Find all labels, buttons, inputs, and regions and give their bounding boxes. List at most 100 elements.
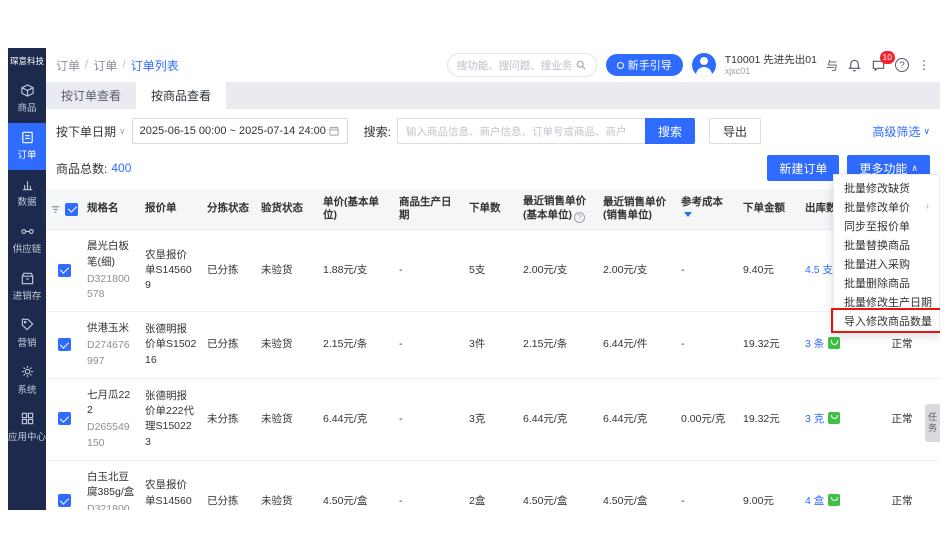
outbound-qty-link[interactable]: 3 克 xyxy=(805,413,824,425)
message-badge: 10 xyxy=(880,51,895,64)
user-name: T10001 先进先出01 xyxy=(725,54,817,66)
outbound-qty-link[interactable]: 4.5 支 xyxy=(805,264,833,276)
supply-chain-icon xyxy=(20,224,35,242)
app-grid-icon xyxy=(20,411,35,429)
bar-chart-icon xyxy=(20,177,35,195)
date-type-select[interactable]: 按下单日期 ∨ xyxy=(56,123,126,140)
menu-item-batch-to-purchase[interactable]: 批量进入采购 xyxy=(834,254,939,273)
guide-button[interactable]: 新手引导 xyxy=(606,54,683,76)
sidebar-item-inventory[interactable]: 进销存 xyxy=(8,264,46,311)
menu-item-sync-to-quote[interactable]: 同步至报价单 xyxy=(834,216,939,235)
date-range-input[interactable]: 2025-06-15 00:00 ~ 2025-07-14 24:00 xyxy=(132,118,348,144)
user-meta[interactable]: T10001 先进先出01 xjxc01 xyxy=(725,54,817,76)
more-options-icon[interactable]: ⋮ xyxy=(918,58,930,72)
outbound-qty-link[interactable]: 4 盒 xyxy=(805,495,824,507)
info-icon[interactable]: ? xyxy=(574,212,585,223)
cell-order-amount: 9.40元 xyxy=(738,230,800,312)
sidebar-item-supply-chain[interactable]: 供应链 xyxy=(8,217,46,264)
sidebar-item-system[interactable]: 系统 xyxy=(8,357,46,404)
sidebar: 琛意科技 商品 订单 数据 供应链 进销存 营销 系统 xyxy=(8,48,46,510)
filter-icon[interactable] xyxy=(684,212,692,217)
menu-item-import-edit-product-qty[interactable]: 导入修改商品数量 xyxy=(834,311,939,330)
row-checkbox[interactable] xyxy=(58,264,71,277)
tab-by-order[interactable]: 按订单查看 xyxy=(46,82,136,109)
cell-order-qty: 3件 xyxy=(464,312,518,379)
cell-select xyxy=(46,460,82,510)
cell-recent-price-basic: 4.50元/盒 xyxy=(518,460,598,510)
app-window: 琛意科技 商品 订单 数据 供应链 进销存 营销 系统 xyxy=(8,48,940,510)
cell-recent-price-sale: 6.44元/件 xyxy=(598,312,676,379)
advanced-filter-link[interactable]: 高级筛选 ∨ xyxy=(872,123,930,140)
global-search-input[interactable]: 搜功能、搜问题、搜业务 xyxy=(447,53,597,77)
spec-name[interactable]: 白玉北豆腐385g/盒 xyxy=(87,470,135,500)
cell-status: 正常 xyxy=(864,460,940,510)
cell-recent-price-basic: 2.15元/条 xyxy=(518,312,598,379)
help-icon[interactable]: ? xyxy=(895,58,909,72)
user-account: xjxc01 xyxy=(725,66,817,76)
new-order-button[interactable]: 新建订单 xyxy=(767,155,839,181)
scale-icon[interactable] xyxy=(828,494,840,506)
menu-item-batch-delete-product[interactable]: 批量删除商品 xyxy=(834,273,939,292)
language-toggle-icon[interactable]: 与 xyxy=(826,57,838,74)
tab-by-product[interactable]: 按商品查看 xyxy=(136,82,226,109)
cell-recent-price-sale: 2.00元/支 xyxy=(598,230,676,312)
scale-icon[interactable] xyxy=(828,412,840,424)
row-checkbox[interactable] xyxy=(58,494,71,507)
cell-unit-price: 1.88元/支 xyxy=(318,230,394,312)
cell-quote: 张德明报价单S150216 xyxy=(140,312,202,379)
main-area: 订单 / 订单 / 订单列表 搜功能、搜问题、搜业务 新手引导 T10001 先… xyxy=(46,48,940,510)
cell-recent-price-basic: 6.44元/克 xyxy=(518,378,598,460)
sidebar-item-marketing[interactable]: 营销 xyxy=(8,310,46,357)
header-select-cell xyxy=(46,189,82,230)
select-all-checkbox[interactable] xyxy=(65,203,78,216)
search-group: 输入商品信息、商户信息、订单号或商品、商户 搜索 xyxy=(397,118,695,144)
order-list-icon xyxy=(20,130,35,148)
breadcrumb: 订单 / 订单 / 订单列表 xyxy=(56,57,179,74)
outbound-qty-link[interactable]: 3 条 xyxy=(805,338,824,350)
menu-item-batch-replace-product[interactable]: 批量替换商品 xyxy=(834,235,939,254)
col-production-date: 商品生产日期 xyxy=(394,189,464,230)
avatar[interactable] xyxy=(692,53,716,77)
breadcrumb-orders[interactable]: 订单 xyxy=(56,57,80,74)
bell-icon[interactable] xyxy=(847,58,862,73)
cell-order-qty: 5支 xyxy=(464,230,518,312)
submenu-arrow-icon: › xyxy=(926,201,929,212)
search-button[interactable]: 搜索 xyxy=(645,118,695,144)
sort-lines-icon[interactable] xyxy=(50,204,61,215)
product-table: 规格名 报价单 分拣状态 验货状态 单价(基本单位) 商品生产日期 下单数 最近… xyxy=(46,189,940,510)
cell-ref-cost: - xyxy=(676,460,738,510)
breadcrumb-orders-2[interactable]: 订单 xyxy=(93,57,117,74)
inventory-box-icon xyxy=(20,271,35,289)
row-checkbox[interactable] xyxy=(58,338,71,351)
cell-unit-price: 6.44元/克 xyxy=(318,378,394,460)
cell-select xyxy=(46,378,82,460)
product-search-input[interactable]: 输入商品信息、商户信息、订单号或商品、商户 xyxy=(397,118,645,144)
spec-name[interactable]: 七月瓜222 xyxy=(87,388,135,418)
spec-code: D274676997 xyxy=(87,338,135,368)
menu-item-batch-edit-stockout[interactable]: 批量修改缺货 xyxy=(834,178,939,197)
export-button[interactable]: 导出 xyxy=(709,118,761,144)
product-search-placeholder: 输入商品信息、商户信息、订单号或商品、商户 xyxy=(406,124,627,139)
message-icon[interactable]: 10 xyxy=(871,58,886,73)
task-tab[interactable]: 任务 xyxy=(925,404,940,442)
cell-inspection-status: 未验货 xyxy=(256,378,318,460)
sidebar-item-products[interactable]: 商品 xyxy=(8,76,46,123)
spec-name[interactable]: 晨光白板笔(细) xyxy=(87,239,135,269)
spec-name[interactable]: 供港玉米 xyxy=(87,321,135,336)
menu-item-batch-edit-price[interactable]: 批量修改单价 › xyxy=(834,197,939,216)
table-row: 七月瓜222 D265549150 张德明报价单222代理S150223 未分拣… xyxy=(46,378,940,460)
search-icon xyxy=(575,59,587,71)
total-label: 商品总数: xyxy=(56,160,107,177)
tag-icon xyxy=(20,317,35,335)
row-checkbox[interactable] xyxy=(58,412,71,425)
cell-ref-cost: - xyxy=(676,230,738,312)
sidebar-item-label: 系统 xyxy=(17,386,36,396)
cell-quote: 农垦报价单S145609 xyxy=(140,230,202,312)
menu-item-batch-edit-production-date[interactable]: 批量修改生产日期 xyxy=(834,292,939,311)
sidebar-item-data[interactable]: 数据 xyxy=(8,170,46,217)
cell-order-amount: 19.32元 xyxy=(738,312,800,379)
sidebar-item-app-center[interactable]: 应用中心 xyxy=(8,404,46,451)
sidebar-item-orders[interactable]: 订单 xyxy=(8,123,46,170)
scale-icon[interactable] xyxy=(828,337,840,349)
sidebar-item-label: 商品 xyxy=(17,104,36,114)
